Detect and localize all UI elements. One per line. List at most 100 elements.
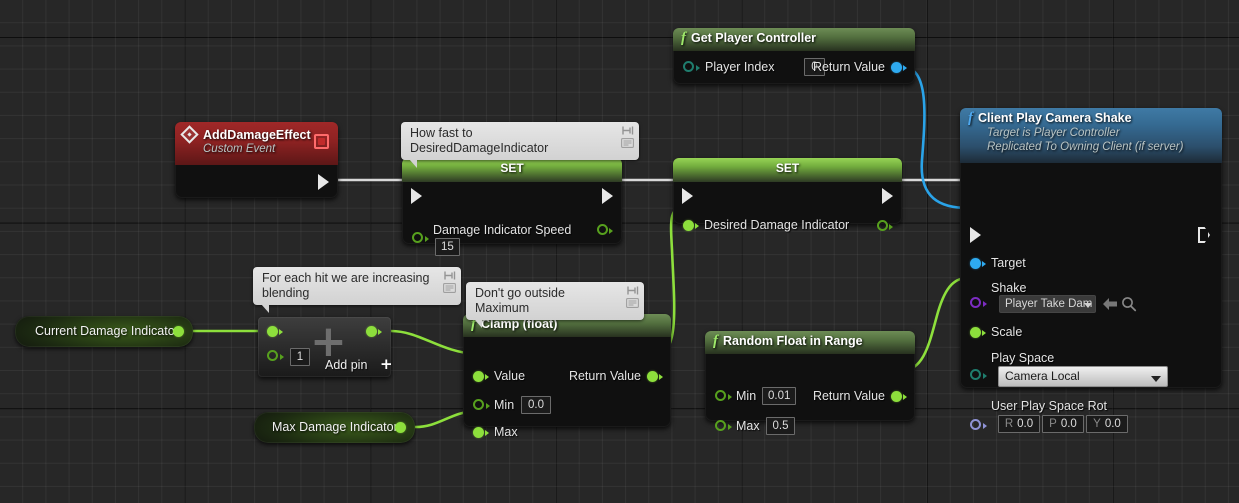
clamp-min-field[interactable]: 0.0 bbox=[521, 396, 551, 414]
node-add-damage-effect[interactable]: AddDamageEffect Custom Event bbox=[175, 122, 338, 198]
player-index-label: Player Index bbox=[705, 60, 775, 74]
clamp-value-pin[interactable] bbox=[473, 371, 484, 382]
node-set-damage-indicator-speed[interactable]: SET Damage Indicator Speed 15 bbox=[402, 158, 622, 256]
node-header: f Get Player Controller bbox=[673, 28, 915, 51]
comment-text: How fast to DesiredDamageIndicator bbox=[410, 126, 549, 155]
clamp-min-pin[interactable] bbox=[473, 399, 484, 410]
user-play-space-rot-pin[interactable] bbox=[970, 419, 981, 430]
value-input-pin[interactable] bbox=[412, 232, 423, 243]
node-set-desired-damage-indicator[interactable]: SET Desired Damage Indicator bbox=[673, 158, 902, 232]
edit-comment-icon[interactable] bbox=[621, 138, 634, 148]
clamp-max-label: Max bbox=[494, 425, 518, 439]
target-pin[interactable] bbox=[970, 258, 981, 269]
play-space-combobox[interactable]: Camera Local bbox=[998, 366, 1168, 387]
scale-pin[interactable] bbox=[970, 327, 981, 338]
node-title: SET bbox=[500, 161, 524, 175]
scale-pin-tail bbox=[982, 330, 986, 336]
edit-comment-icon[interactable] bbox=[443, 283, 456, 293]
pin-toggle-icon[interactable] bbox=[444, 271, 456, 280]
add-input-b-field[interactable]: 1 bbox=[290, 348, 310, 366]
return-value-pin[interactable] bbox=[891, 62, 902, 73]
function-icon: f bbox=[713, 333, 718, 349]
clamp-min-label: Min bbox=[494, 398, 515, 412]
variable-output-pin[interactable] bbox=[395, 422, 406, 433]
random-max-field[interactable]: 0.5 bbox=[766, 417, 795, 435]
node-get-player-controller[interactable]: f Get Player Controller Player Index 0 Re… bbox=[673, 28, 915, 84]
exec-input-pin[interactable] bbox=[682, 188, 693, 204]
rot-roll-field[interactable]: R 0.0 bbox=[998, 415, 1040, 433]
rot-pitch-axis: P bbox=[1049, 418, 1057, 430]
add-output-pin-tail bbox=[378, 329, 382, 335]
rot-roll-value: 0.0 bbox=[1017, 418, 1034, 430]
exec-output-pin[interactable] bbox=[882, 188, 893, 204]
exec-input-pin[interactable] bbox=[970, 227, 981, 243]
random-return-label: Return Value bbox=[812, 389, 885, 403]
return-value-label: Return Value bbox=[812, 60, 885, 74]
clamp-max-pin-tail bbox=[485, 430, 489, 436]
comment-how-fast[interactable]: How fast to DesiredDamageIndicator bbox=[401, 122, 639, 168]
function-icon: f bbox=[681, 30, 686, 46]
event-delegate-box[interactable] bbox=[314, 134, 329, 149]
user-play-space-rot-pin-tail bbox=[983, 423, 987, 429]
add-input-b-pin-tail bbox=[280, 354, 284, 360]
value-input-pin[interactable] bbox=[683, 220, 694, 231]
comment-dont-go-outside[interactable]: Don't go outside Maximum bbox=[466, 282, 644, 328]
clamp-value-label: Value bbox=[494, 369, 526, 383]
add-pin-plus-icon[interactable]: + bbox=[380, 357, 393, 372]
node-random-float-in-range[interactable]: f Random Float in Range Min 0.01 Max 0.5 … bbox=[705, 331, 915, 435]
random-return-pin[interactable] bbox=[891, 391, 902, 402]
shake-pin[interactable] bbox=[970, 297, 981, 308]
random-min-pin[interactable] bbox=[715, 390, 726, 401]
node-client-play-camera-shake[interactable]: f Client Play Camera Shake Target is Play… bbox=[960, 108, 1222, 433]
random-return-pin-tail bbox=[903, 394, 907, 400]
value-output-pin[interactable] bbox=[597, 224, 608, 235]
value-input-pin-tail bbox=[425, 236, 429, 242]
node-header: f Client Play Camera Shake Target is Play… bbox=[960, 108, 1222, 163]
user-play-space-rot-label: User Play Space Rot bbox=[991, 399, 1108, 413]
node-add[interactable]: + 1 Add pin + bbox=[258, 317, 393, 377]
rot-pitch-field[interactable]: P 0.0 bbox=[1042, 415, 1084, 433]
node-get-max-damage-indicator[interactable]: Max Damage Indicator bbox=[254, 412, 415, 443]
clamp-max-pin[interactable] bbox=[473, 427, 484, 438]
random-min-field[interactable]: 0.01 bbox=[762, 387, 797, 405]
player-index-pin[interactable] bbox=[683, 61, 694, 72]
rot-yaw-field[interactable]: Y 0.0 bbox=[1086, 415, 1128, 433]
edit-comment-icon[interactable] bbox=[626, 298, 639, 308]
node-get-current-damage-indicator[interactable]: Current Damage Indicator bbox=[15, 316, 193, 347]
scale-label: Scale bbox=[991, 325, 1023, 339]
blueprint-graph-canvas[interactable]: AddDamageEffect Custom Event SET Damage … bbox=[0, 0, 1239, 503]
add-pin-label[interactable]: Add pin bbox=[325, 358, 367, 372]
node-clamp-float[interactable]: f Clamp (float) Value Min 0.0 Max Return … bbox=[463, 314, 671, 439]
browse-back-arrow-icon[interactable] bbox=[1102, 297, 1118, 311]
player-index-pin-tail bbox=[696, 65, 700, 71]
pin-toggle-icon[interactable] bbox=[622, 126, 634, 135]
random-max-pin[interactable] bbox=[715, 420, 726, 431]
clamp-value-pin-tail bbox=[485, 374, 489, 380]
comment-text: For each hit we are increasing blending bbox=[262, 271, 430, 300]
play-space-label: Play Space bbox=[991, 351, 1055, 365]
add-input-a-pin[interactable] bbox=[267, 326, 278, 337]
comment-for-each-hit[interactable]: For each hit we are increasing blending bbox=[253, 267, 461, 313]
clamp-return-pin[interactable] bbox=[647, 371, 658, 382]
comment-tail bbox=[261, 304, 269, 313]
variable-output-pin[interactable] bbox=[173, 326, 184, 337]
value-output-pin-tail bbox=[609, 228, 613, 234]
rot-roll-axis: R bbox=[1004, 418, 1014, 430]
exec-input-pin[interactable] bbox=[411, 188, 422, 204]
pin-toggle-icon[interactable] bbox=[627, 286, 639, 295]
exec-output-pin[interactable] bbox=[1198, 227, 1210, 243]
exec-output-pin[interactable] bbox=[602, 188, 613, 204]
value-input-field[interactable]: 15 bbox=[435, 238, 460, 256]
chevron-down-icon bbox=[1084, 303, 1092, 308]
play-space-pin[interactable] bbox=[970, 369, 981, 380]
function-icon: f bbox=[968, 110, 973, 126]
value-input-label: Desired Damage Indicator bbox=[704, 218, 850, 232]
shake-asset-dropdown[interactable]: Player Take Dam bbox=[999, 295, 1096, 313]
value-output-pin[interactable] bbox=[877, 220, 888, 231]
play-space-pin-tail bbox=[983, 373, 987, 379]
add-input-b-pin[interactable] bbox=[267, 350, 278, 361]
add-output-pin[interactable] bbox=[366, 326, 377, 337]
search-magnifier-icon[interactable] bbox=[1121, 296, 1137, 312]
comment-text: Don't go outside Maximum bbox=[475, 286, 565, 315]
exec-output-pin[interactable] bbox=[318, 174, 329, 190]
